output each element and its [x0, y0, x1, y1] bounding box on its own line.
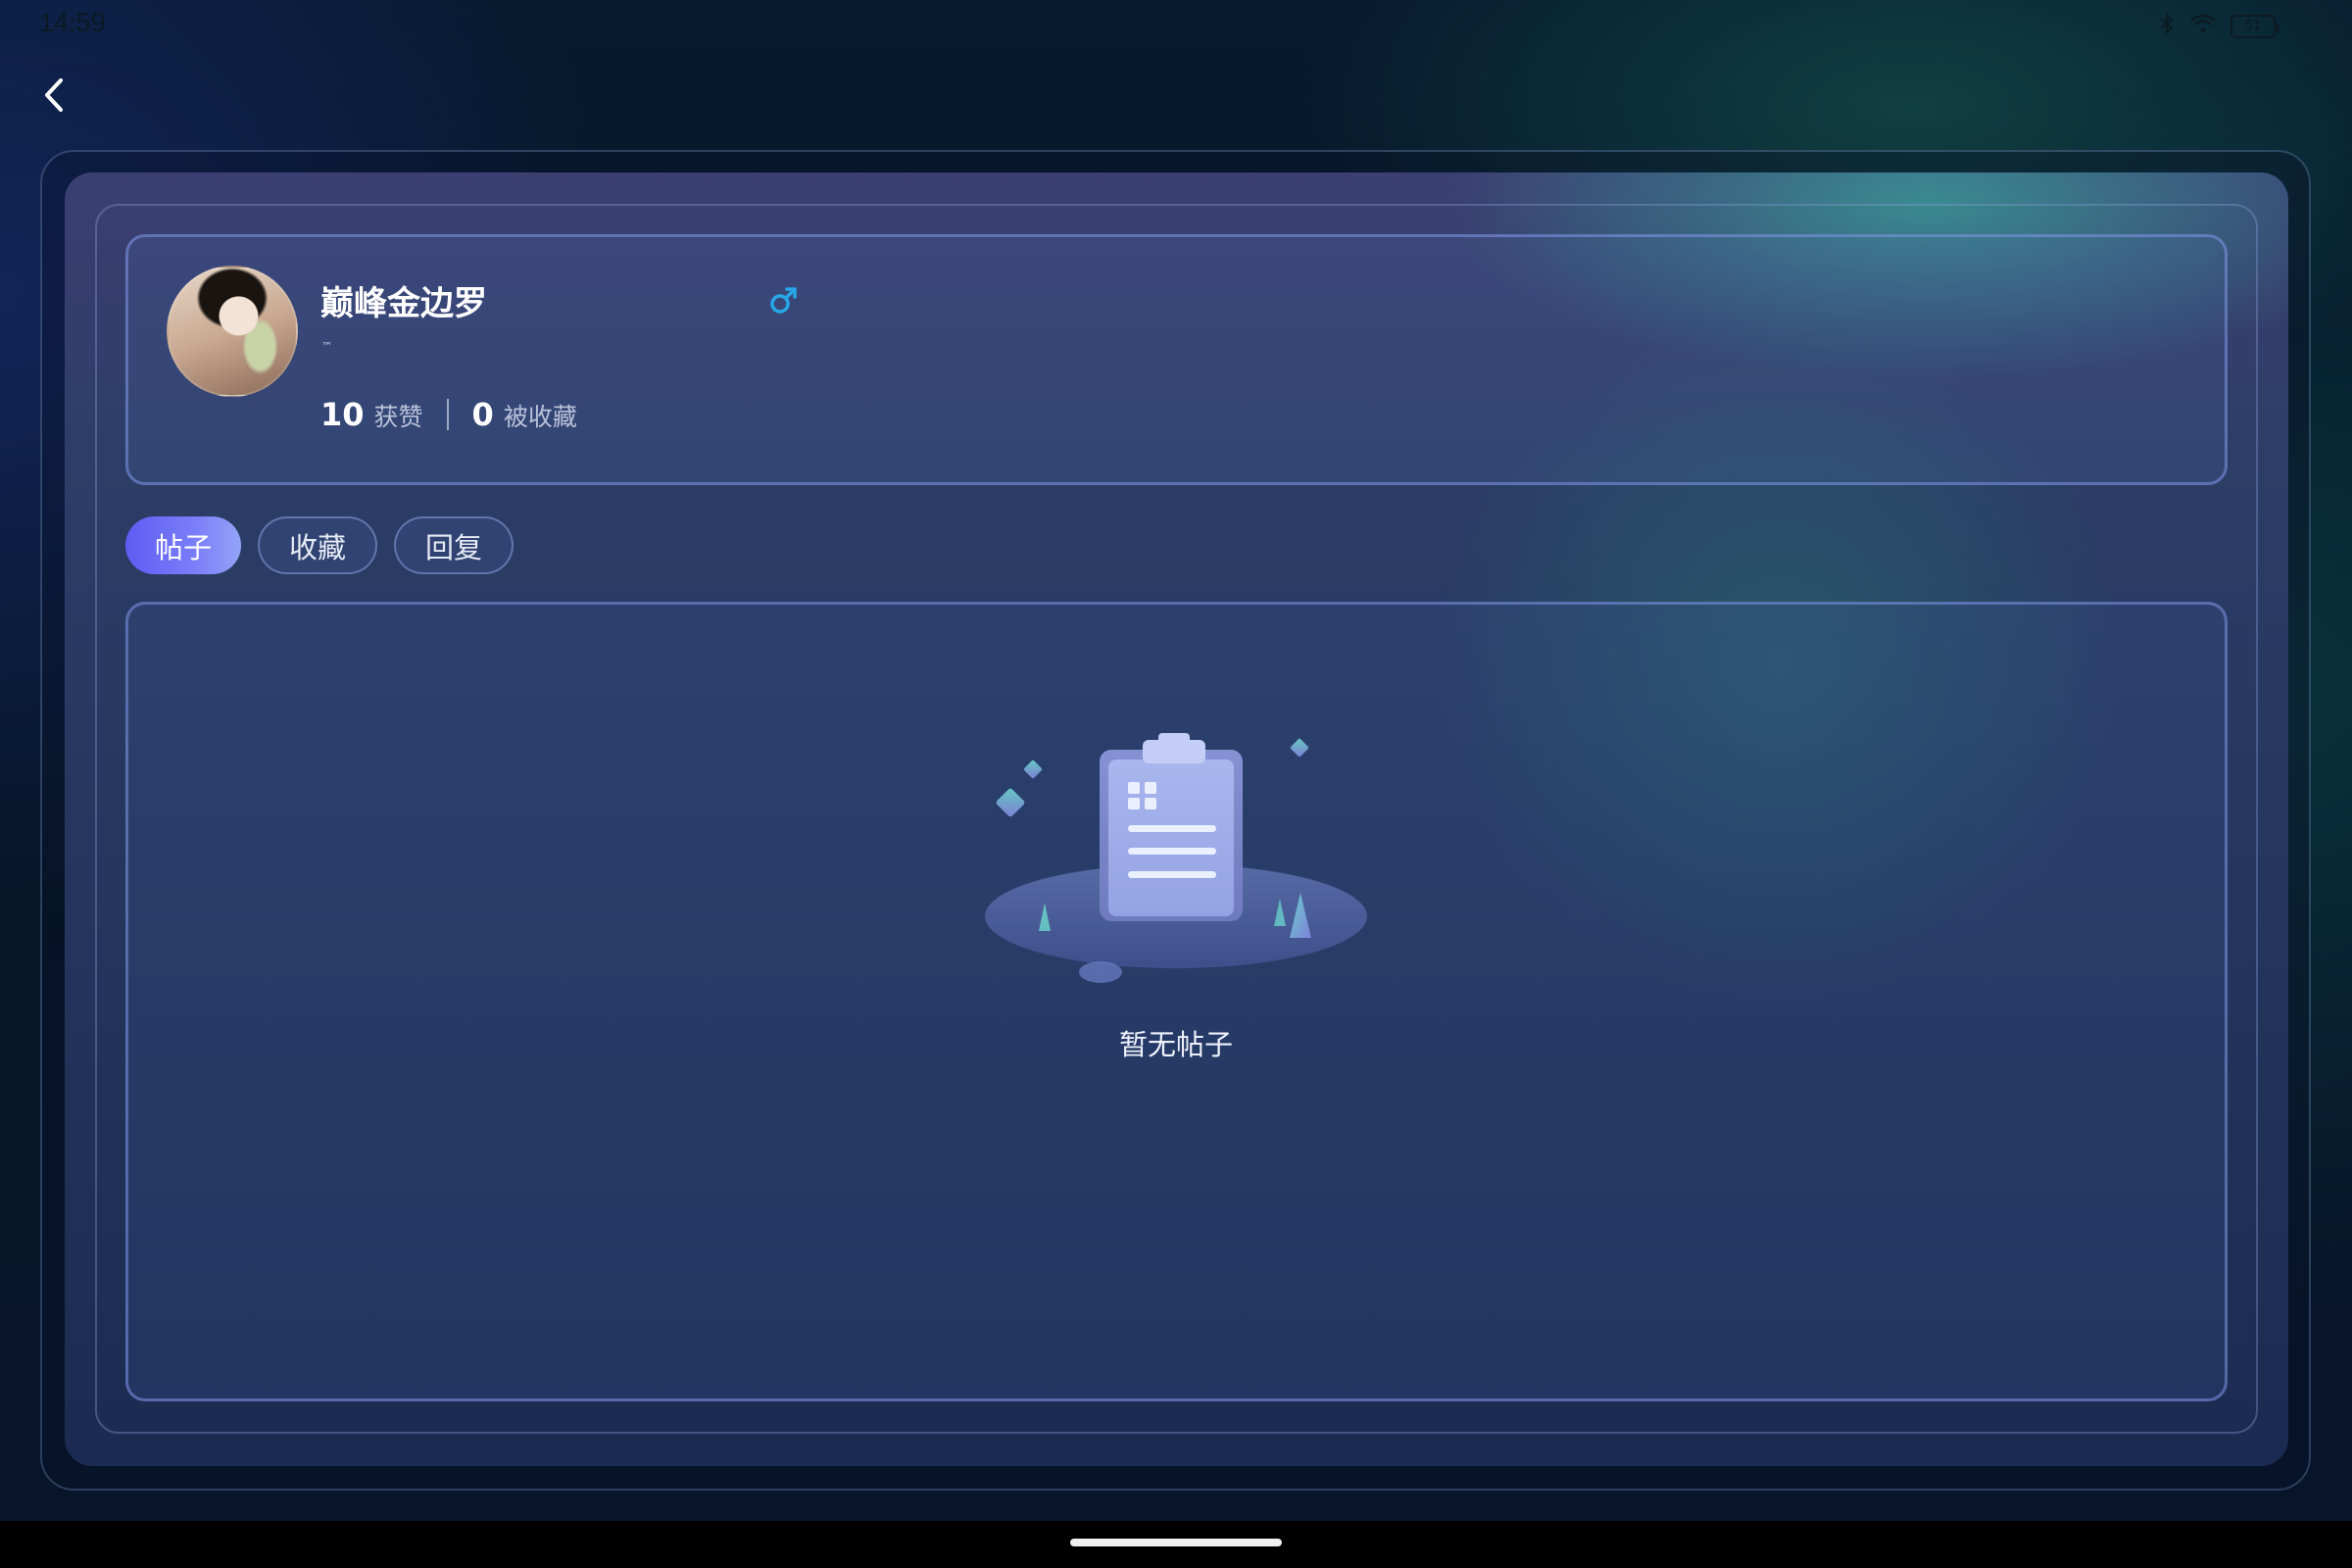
wifi-icon — [2189, 13, 2217, 40]
empty-posts-message: 暂无帖子 — [1118, 1028, 1233, 1061]
bluetooth-icon — [2158, 12, 2176, 41]
avatar[interactable] — [167, 266, 298, 397]
tab-posts[interactable]: 帖子 — [125, 516, 241, 574]
back-button[interactable] — [35, 73, 73, 118]
user-bio: ™ — [321, 340, 332, 353]
profile-stats: 10 获赞 0 被收藏 — [320, 396, 577, 433]
app-root: 14:59 51 巅峰金边罗 ™ 10 获赞 0 被收藏 帖子 收藏 回复 暂无… — [0, 0, 2352, 1568]
profile-tabs: 帖子 收藏 回复 — [125, 516, 514, 574]
likes-label: 获赞 — [373, 403, 423, 431]
battery-icon: 51 — [2230, 15, 2279, 38]
favorited-label: 被收藏 — [503, 403, 577, 431]
tab-replies[interactable]: 回复 — [394, 516, 514, 574]
tab-favorites[interactable]: 收藏 — [258, 516, 377, 574]
chevron-left-icon — [45, 78, 63, 112]
status-time: 14:59 — [39, 8, 106, 37]
stats-divider — [446, 399, 449, 430]
male-gender-icon — [770, 287, 797, 314]
status-bar: 14:59 51 — [0, 0, 2352, 49]
likes-count: 10 — [320, 396, 365, 433]
status-icons: 51 — [2158, 12, 2279, 41]
home-indicator[interactable] — [1070, 1539, 1282, 1546]
posts-content-panel — [125, 602, 2228, 1401]
profile-card — [125, 234, 2228, 485]
username: 巅峰金边罗 — [320, 284, 487, 323]
favorited-count: 0 — [471, 396, 494, 433]
empty-clipboard-icon — [985, 733, 1367, 983]
